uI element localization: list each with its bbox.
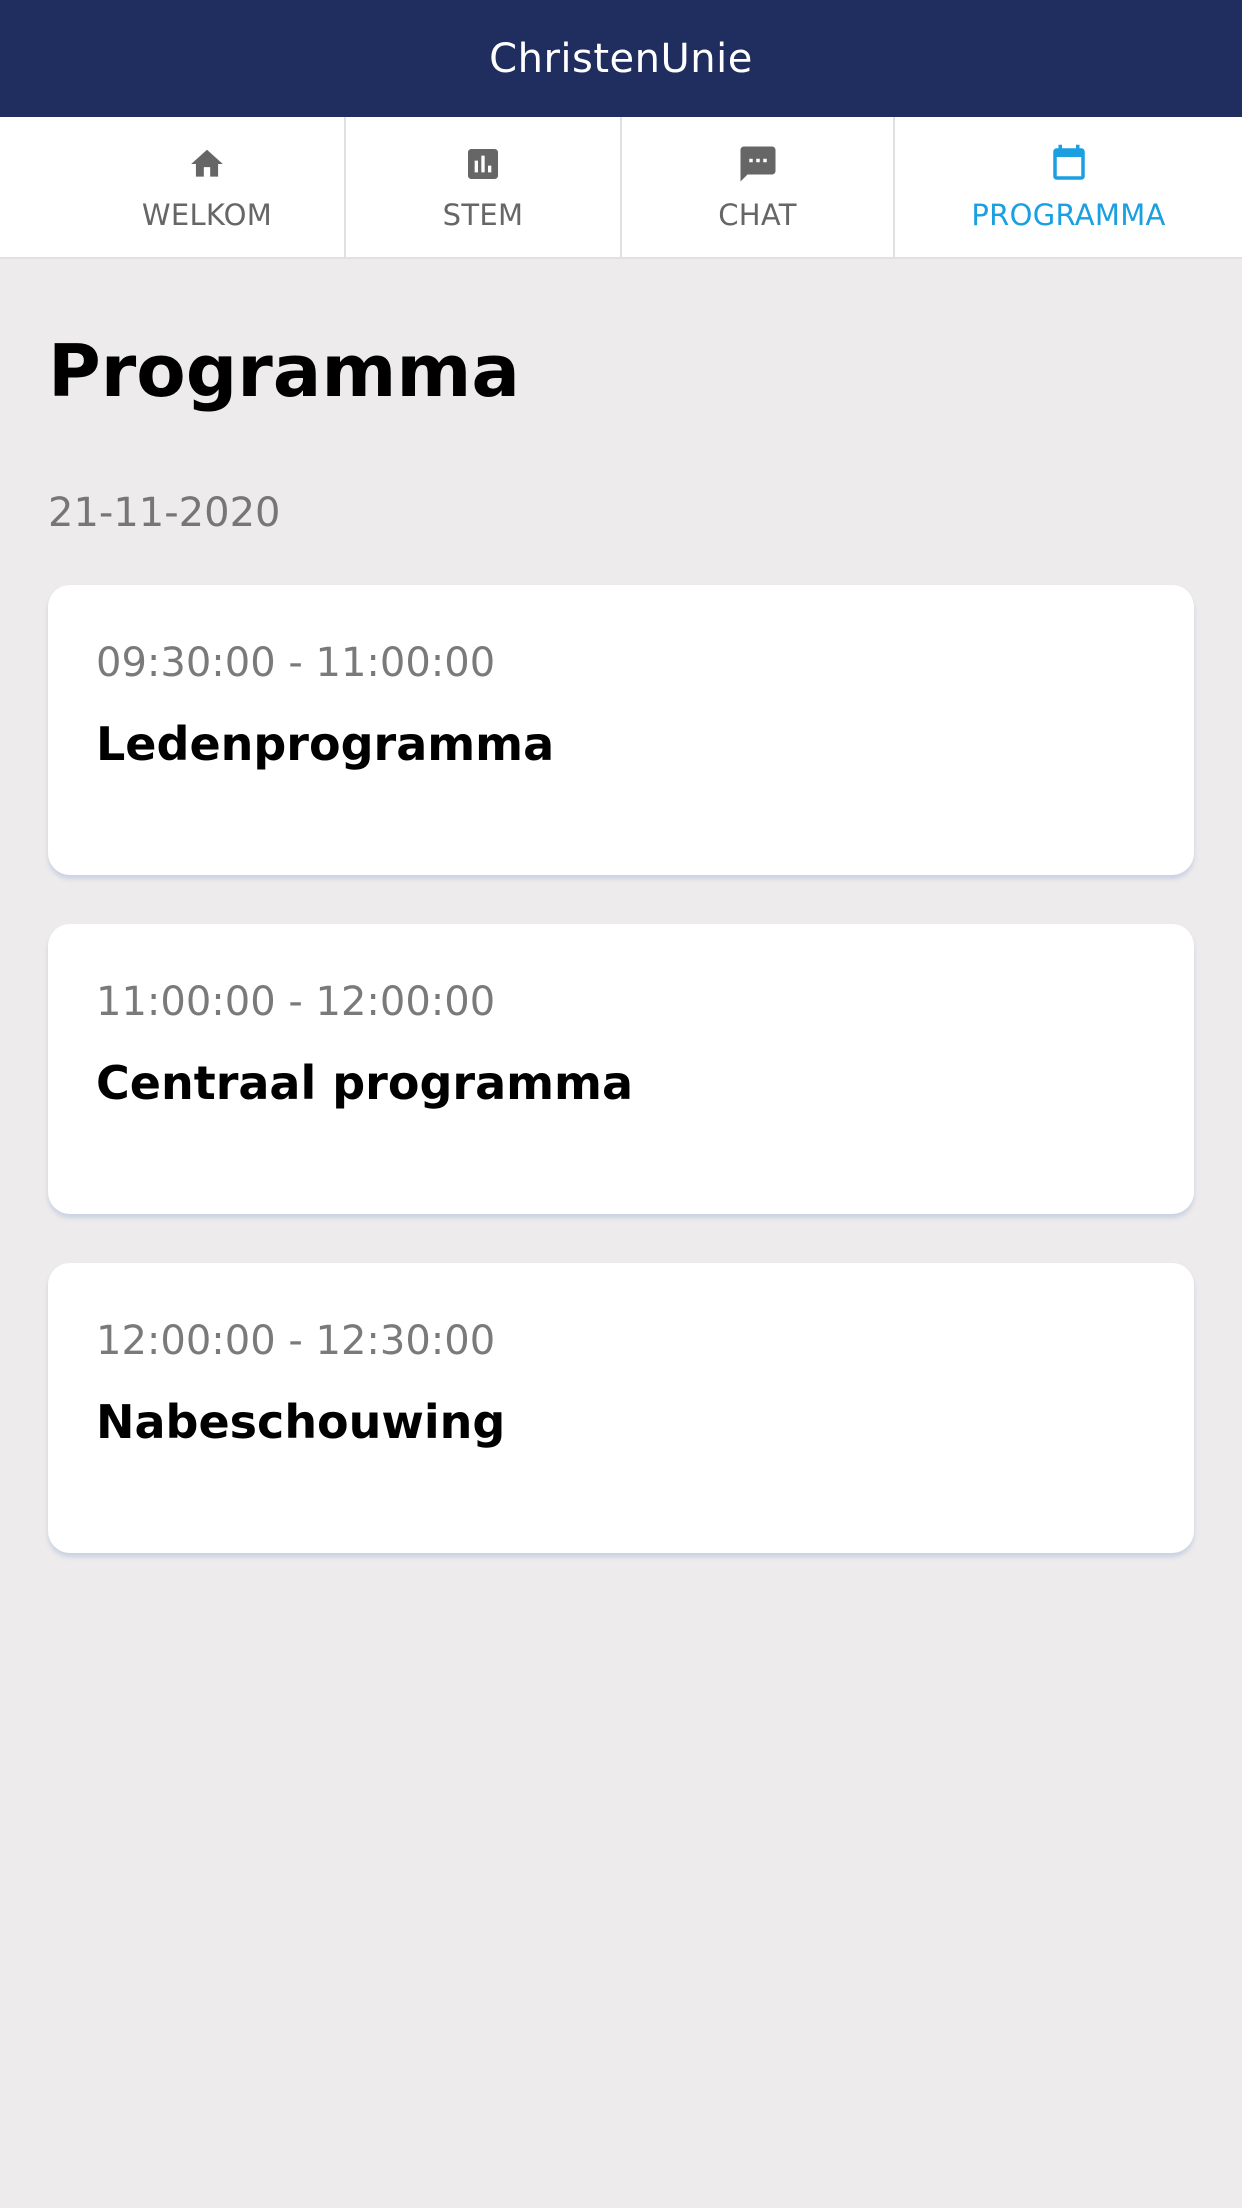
tab-label: CHAT: [718, 198, 797, 232]
tab-label: WELKOM: [141, 198, 273, 232]
program-date: 21-11-2020: [48, 490, 281, 536]
home-icon: [185, 142, 229, 186]
app-header: ChristenUnie: [0, 0, 1242, 117]
page-title: Programma: [48, 329, 521, 413]
tab-stem[interactable]: STEM: [346, 117, 622, 257]
session-title: Centraal programma: [96, 1056, 634, 1110]
tab-label: STEM: [442, 198, 524, 232]
calendar-icon: [1047, 142, 1091, 186]
main-content: Programma 21-11-2020 09:30:00 - 11:00:00…: [0, 335, 1242, 1553]
session-time: 11:00:00 - 12:00:00: [96, 979, 496, 1025]
session-title: Nabeschouwing: [96, 1395, 506, 1449]
session-card[interactable]: 11:00:00 - 12:00:00 Centraal programma: [48, 924, 1194, 1214]
session-time: 09:30:00 - 11:00:00: [96, 640, 496, 686]
app-root: ChristenUnie WELKOM STEM CHAT PROGRAMMA: [0, 0, 1242, 2208]
session-list: 09:30:00 - 11:00:00 Ledenprogramma 11:00…: [48, 585, 1194, 1553]
tab-bar: WELKOM STEM CHAT PROGRAMMA: [0, 117, 1242, 259]
tab-welkom[interactable]: WELKOM: [0, 117, 346, 257]
session-time: 12:00:00 - 12:30:00: [96, 1318, 496, 1364]
poll-icon: [461, 142, 505, 186]
chat-icon: [736, 142, 780, 186]
session-card[interactable]: 09:30:00 - 11:00:00 Ledenprogramma: [48, 585, 1194, 875]
tab-programma[interactable]: PROGRAMMA: [895, 117, 1242, 257]
session-card[interactable]: 12:00:00 - 12:30:00 Nabeschouwing: [48, 1263, 1194, 1553]
app-title: ChristenUnie: [489, 35, 753, 82]
tab-chat[interactable]: CHAT: [622, 117, 895, 257]
tab-label: PROGRAMMA: [971, 198, 1166, 232]
session-title: Ledenprogramma: [96, 717, 555, 771]
